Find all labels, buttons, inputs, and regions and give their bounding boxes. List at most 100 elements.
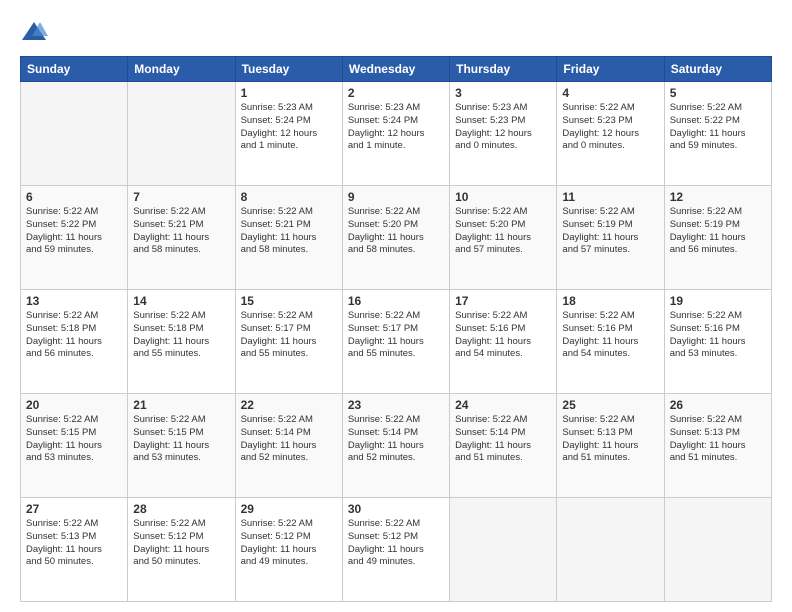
day-info: Sunrise: 5:22 AM Sunset: 5:17 PM Dayligh… [241,310,337,361]
weekday-header: Tuesday [235,57,342,82]
day-number: 6 [26,190,122,204]
calendar-cell [21,82,128,186]
day-info: Sunrise: 5:22 AM Sunset: 5:21 PM Dayligh… [241,206,337,257]
calendar-cell: 27 Sunrise: 5:22 AM Sunset: 5:13 PM Dayli… [21,498,128,602]
day-info: Sunrise: 5:22 AM Sunset: 5:18 PM Dayligh… [133,310,229,361]
day-number: 11 [562,190,658,204]
calendar-cell: 7Sunrise: 5:22 AM Sunset: 5:21 PM Daylig… [128,186,235,290]
day-info: Sunrise: 5:22 AM Sunset: 5:13 PM Dayligh… [26,518,122,569]
day-info: Sunrise: 5:22 AM Sunset: 5:16 PM Dayligh… [455,310,551,361]
day-number: 24 [455,398,551,412]
calendar-cell: 6 Sunrise: 5:22 AM Sunset: 5:22 PM Daylig… [21,186,128,290]
calendar-cell: 17 Sunrise: 5:22 AM Sunset: 5:16 PM Dayli… [450,290,557,394]
day-number: 17 [455,294,551,308]
calendar-week-row: 13 Sunrise: 5:22 AM Sunset: 5:18 PM Dayli… [21,290,772,394]
calendar-cell: 26 Sunrise: 5:22 AM Sunset: 5:13 PM Dayli… [664,394,771,498]
weekday-header: Monday [128,57,235,82]
day-info: Sunrise: 5:22 AM Sunset: 5:13 PM Dayligh… [562,414,658,465]
day-info: Sunrise: 5:22 AM Sunset: 5:15 PM Dayligh… [133,414,229,465]
calendar-cell: 1Sunrise: 5:23 AM Sunset: 5:24 PM Daylig… [235,82,342,186]
day-number: 29 [241,502,337,516]
calendar-cell: 10Sunrise: 5:22 AM Sunset: 5:20 PM Dayli… [450,186,557,290]
day-info: Sunrise: 5:22 AM Sunset: 5:19 PM Dayligh… [670,206,766,257]
day-number: 23 [348,398,444,412]
calendar-week-row: 20 Sunrise: 5:22 AM Sunset: 5:15 PM Dayli… [21,394,772,498]
weekday-header: Wednesday [342,57,449,82]
calendar-cell: 28 Sunrise: 5:22 AM Sunset: 5:12 PM Dayli… [128,498,235,602]
day-info: Sunrise: 5:22 AM Sunset: 5:12 PM Dayligh… [348,518,444,569]
day-number: 19 [670,294,766,308]
day-number: 9 [348,190,444,204]
day-info: Sunrise: 5:22 AM Sunset: 5:18 PM Dayligh… [26,310,122,361]
day-info: Sunrise: 5:22 AM Sunset: 5:20 PM Dayligh… [348,206,444,257]
day-number: 3 [455,86,551,100]
day-number: 25 [562,398,658,412]
calendar-table: SundayMondayTuesdayWednesdayThursdayFrid… [20,56,772,602]
calendar-cell: 25 Sunrise: 5:22 AM Sunset: 5:13 PM Dayli… [557,394,664,498]
day-info: Sunrise: 5:22 AM Sunset: 5:14 PM Dayligh… [455,414,551,465]
calendar-cell: 13 Sunrise: 5:22 AM Sunset: 5:18 PM Dayli… [21,290,128,394]
calendar-cell: 20 Sunrise: 5:22 AM Sunset: 5:15 PM Dayli… [21,394,128,498]
day-info: Sunrise: 5:22 AM Sunset: 5:16 PM Dayligh… [562,310,658,361]
calendar-cell: 22 Sunrise: 5:22 AM Sunset: 5:14 PM Dayli… [235,394,342,498]
day-number: 18 [562,294,658,308]
weekday-header: Thursday [450,57,557,82]
day-info: Sunrise: 5:22 AM Sunset: 5:13 PM Dayligh… [670,414,766,465]
day-info: Sunrise: 5:23 AM Sunset: 5:23 PM Dayligh… [455,102,551,153]
day-number: 30 [348,502,444,516]
day-info: Sunrise: 5:22 AM Sunset: 5:22 PM Dayligh… [670,102,766,153]
page: SundayMondayTuesdayWednesdayThursdayFrid… [0,0,792,612]
day-number: 28 [133,502,229,516]
day-number: 16 [348,294,444,308]
calendar-week-row: 1 Sunrise: 5:23 AM Sunset: 5:24 PM Daylig… [21,82,772,186]
day-info: Sunrise: 5:22 AM Sunset: 5:14 PM Dayligh… [241,414,337,465]
calendar-week-row: 6 Sunrise: 5:22 AM Sunset: 5:22 PM Daylig… [21,186,772,290]
day-number: 20 [26,398,122,412]
calendar-week-row: 27 Sunrise: 5:22 AM Sunset: 5:13 PM Dayli… [21,498,772,602]
day-number: 21 [133,398,229,412]
day-number: 22 [241,398,337,412]
calendar-cell: 3 Sunrise: 5:23 AM Sunset: 5:23 PM Daylig… [450,82,557,186]
day-info: Sunrise: 5:22 AM Sunset: 5:12 PM Dayligh… [241,518,337,569]
calendar-cell [664,498,771,602]
calendar-cell [557,498,664,602]
day-info: Sunrise: 5:22 AM Sunset: 5:12 PM Dayligh… [133,518,229,569]
day-number: 27 [26,502,122,516]
calendar-cell [450,498,557,602]
weekday-header: Sunday [21,57,128,82]
logo [20,18,52,46]
day-number: 4 [562,86,658,100]
day-number: 13 [26,294,122,308]
calendar-cell: 24 Sunrise: 5:22 AM Sunset: 5:14 PM Dayli… [450,394,557,498]
day-number: 1 [241,86,337,100]
day-number: 26 [670,398,766,412]
calendar-cell: 2 Sunrise: 5:23 AM Sunset: 5:24 PM Daylig… [342,82,449,186]
day-info: Sunrise: 5:22 AM Sunset: 5:17 PM Dayligh… [348,310,444,361]
day-number: 2 [348,86,444,100]
day-number: 14 [133,294,229,308]
day-info: Sunrise: 5:22 AM Sunset: 5:15 PM Dayligh… [26,414,122,465]
calendar-cell: 8 Sunrise: 5:22 AM Sunset: 5:21 PM Daylig… [235,186,342,290]
day-info: Sunrise: 5:22 AM Sunset: 5:23 PM Dayligh… [562,102,658,153]
weekday-header: Friday [557,57,664,82]
calendar-cell: 14 Sunrise: 5:22 AM Sunset: 5:18 PM Dayli… [128,290,235,394]
calendar-cell: 18 Sunrise: 5:22 AM Sunset: 5:16 PM Dayli… [557,290,664,394]
day-info: Sunrise: 5:22 AM Sunset: 5:16 PM Dayligh… [670,310,766,361]
day-number: 15 [241,294,337,308]
calendar-cell: 15 Sunrise: 5:22 AM Sunset: 5:17 PM Dayli… [235,290,342,394]
calendar-cell: 11Sunrise: 5:22 AM Sunset: 5:19 PM Dayli… [557,186,664,290]
day-number: 8 [241,190,337,204]
calendar-cell: 30 Sunrise: 5:22 AM Sunset: 5:12 PM Dayli… [342,498,449,602]
calendar-cell: 21 Sunrise: 5:22 AM Sunset: 5:15 PM Dayli… [128,394,235,498]
calendar-cell: 16 Sunrise: 5:22 AM Sunset: 5:17 PM Dayli… [342,290,449,394]
logo-icon [20,18,48,46]
day-number: 5 [670,86,766,100]
day-info: Sunrise: 5:22 AM Sunset: 5:20 PM Dayligh… [455,206,551,257]
day-info: Sunrise: 5:22 AM Sunset: 5:14 PM Dayligh… [348,414,444,465]
day-info: Sunrise: 5:22 AM Sunset: 5:22 PM Dayligh… [26,206,122,257]
calendar-cell: 4 Sunrise: 5:22 AM Sunset: 5:23 PM Daylig… [557,82,664,186]
calendar-cell: 29 Sunrise: 5:22 AM Sunset: 5:12 PM Dayli… [235,498,342,602]
weekday-header: Saturday [664,57,771,82]
day-number: 7 [133,190,229,204]
day-info: Sunrise: 5:23 AM Sunset: 5:24 PM Dayligh… [348,102,444,153]
